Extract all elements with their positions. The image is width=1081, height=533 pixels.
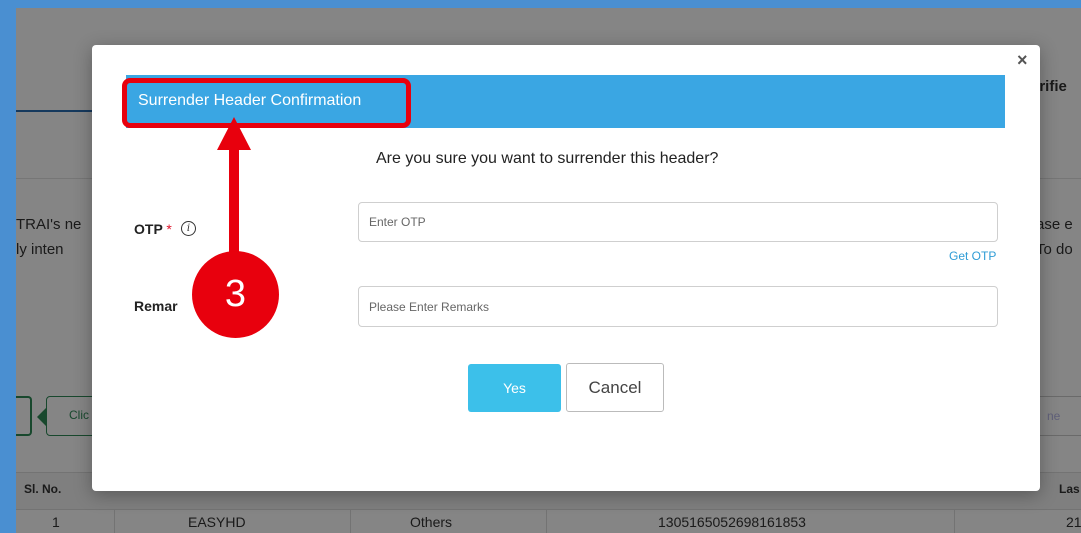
- close-icon[interactable]: ×: [1017, 51, 1028, 69]
- info-icon[interactable]: i: [181, 221, 196, 236]
- get-otp-link[interactable]: Get OTP: [949, 249, 996, 263]
- remarks-input[interactable]: [358, 286, 998, 327]
- annotation-step-number: 3: [224, 273, 247, 315]
- annotation-arrow-head: [217, 117, 251, 150]
- otp-input[interactable]: [358, 202, 998, 242]
- remarks-label: Remar: [134, 298, 178, 314]
- cancel-button[interactable]: Cancel: [566, 363, 664, 412]
- otp-label: OTP *: [134, 221, 172, 237]
- required-asterisk: *: [166, 221, 172, 237]
- annotation-arrow-shaft: [229, 148, 239, 258]
- yes-button[interactable]: Yes: [468, 364, 561, 412]
- otp-label-text: OTP: [134, 221, 163, 237]
- annotation-highlight-box: [122, 78, 411, 128]
- confirmation-question: Are you sure you want to surrender this …: [376, 150, 719, 167]
